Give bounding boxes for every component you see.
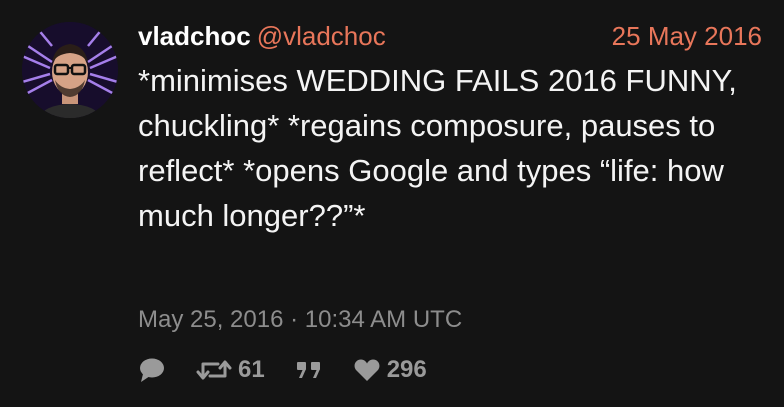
like-count: 296 — [386, 356, 427, 383]
user-handle[interactable]: @vladchoc — [257, 21, 386, 51]
retweet-count: 61 — [238, 356, 265, 383]
reply-button[interactable] — [138, 357, 166, 383]
tweet-card: vladchoc @vladchoc 25 May 2016 *minimises… — [0, 0, 784, 407]
like-button[interactable]: 296 — [353, 356, 427, 384]
tweet-timestamp: May 25, 2016 · 10:34 AM UTC — [138, 306, 463, 333]
heart-icon — [353, 357, 381, 383]
quote-icon — [295, 357, 323, 383]
tweet-actions: 61 296 — [138, 352, 457, 388]
quote-button[interactable] — [295, 357, 323, 383]
retweet-button[interactable]: 61 — [196, 356, 265, 384]
speech-bubble-icon — [138, 357, 166, 383]
retweet-icon — [196, 357, 232, 383]
tweet-header: vladchoc @vladchoc 25 May 2016 — [138, 20, 762, 52]
display-name[interactable]: vladchoc — [138, 21, 251, 51]
tweet-text: *minimises WEDDING FAILS 2016 FUNNY, chu… — [138, 63, 737, 233]
avatar[interactable] — [22, 22, 118, 118]
tweet-date[interactable]: 25 May 2016 — [612, 20, 762, 52]
